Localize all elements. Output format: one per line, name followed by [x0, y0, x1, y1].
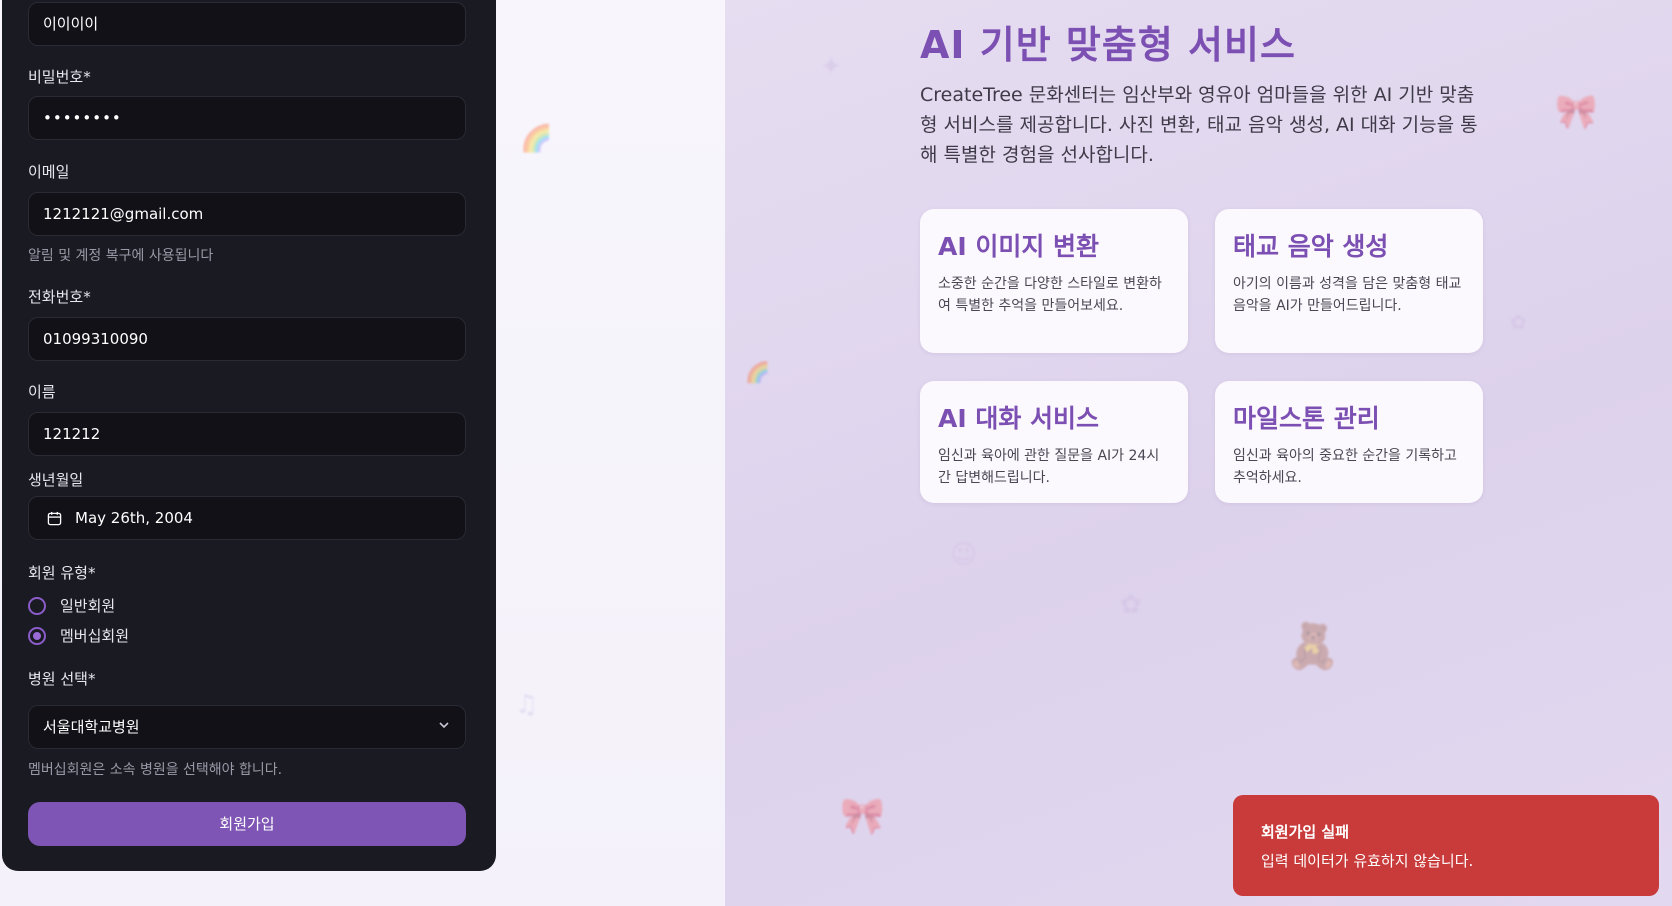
hospital-selected-value: 서울대학교병원: [43, 718, 140, 736]
clover-decoration: ✿: [1510, 310, 1527, 334]
phone-label: 전화번호*: [28, 288, 91, 306]
toast-title: 회원가입 실패: [1261, 823, 1350, 841]
rainbow-decoration: 🌈: [520, 124, 553, 154]
card-title: AI 대화 서비스: [938, 404, 1100, 433]
hero-description: CreateTree 문화센터는 임산부와 영유아 엄마들을 위한 AI 기반 …: [920, 84, 1478, 166]
service-card-image: AI 이미지 변환 소중한 순간을 다양한 스타일로 변환하여 특별한 추억을 …: [920, 209, 1188, 353]
password-label: 비밀번호*: [28, 68, 91, 86]
face-decoration: ☺: [950, 540, 978, 570]
error-toast[interactable]: 회원가입 실패 입력 데이터가 유효하지 않습니다.: [1233, 795, 1659, 896]
card-title: 마일스톤 관리: [1233, 404, 1380, 433]
birthdate-value: May 26th, 2004: [75, 509, 193, 527]
card-description: 임신과 육아에 관한 질문을 AI가 24시간 답변해드립니다.: [938, 448, 1160, 486]
service-card-music: 태교 음악 생성 아기의 이름과 성격을 담은 맞춤형 태교 음악을 AI가 만…: [1215, 209, 1483, 353]
hospital-hint: 멤버십회원은 소속 병원을 선택해야 합니다.: [28, 762, 283, 778]
radio-label: 멤버십회원: [60, 627, 130, 645]
ribbon-decoration: 🎀: [840, 796, 885, 837]
service-card-chat: AI 대화 서비스 임신과 육아에 관한 질문을 AI가 24시간 답변해드립니…: [920, 381, 1188, 503]
card-title: AI 이미지 변환: [938, 232, 1100, 261]
top-text-field[interactable]: 이이이이: [28, 2, 466, 46]
name-label: 이름: [28, 383, 56, 401]
rainbow-decoration: 🌈: [745, 360, 770, 384]
password-field[interactable]: ••••••••: [28, 96, 466, 140]
email-label: 이메일: [28, 163, 70, 181]
radio-general-member[interactable]: 일반회원: [28, 595, 115, 616]
chevron-down-icon: [439, 722, 449, 729]
hospital-select[interactable]: 서울대학교병원: [28, 705, 466, 749]
card-title: 태교 음악 생성: [1233, 232, 1389, 261]
email-field[interactable]: 1212121@gmail.com: [28, 192, 466, 236]
calendar-icon: [47, 511, 62, 526]
hero-title: AI 기반 맞춤형 서비스: [920, 23, 1296, 67]
email-hint: 알림 및 계정 복구에 사용됩니다: [28, 248, 214, 264]
card-description: 임신과 육아의 중요한 순간을 기록하고 추억하세요.: [1233, 448, 1457, 486]
birthdate-label: 생년월일: [28, 471, 84, 489]
birthdate-picker[interactable]: May 26th, 2004: [28, 496, 466, 540]
service-card-milestone: 마일스톤 관리 임신과 육아의 중요한 순간을 기록하고 추억하세요.: [1215, 381, 1483, 503]
toast-message: 입력 데이터가 유효하지 않습니다.: [1261, 852, 1474, 870]
card-description: 아기의 이름과 성격을 담은 맞춤형 태교 음악을 AI가 만들어드립니다.: [1233, 276, 1462, 314]
ribbon-decoration: 🎀: [1555, 92, 1598, 132]
name-field[interactable]: 121212: [28, 412, 466, 456]
phone-field[interactable]: 01099310090: [28, 317, 466, 361]
card-description: 소중한 순간을 다양한 스타일로 변환하여 특별한 추억을 만들어보세요.: [938, 276, 1162, 314]
teddy-bear-decoration: 🧸: [1285, 621, 1340, 672]
hospital-label: 병원 선택*: [28, 670, 96, 688]
unicorn-decoration: ✦: [820, 52, 842, 82]
puzzle-decoration: ✿: [1120, 590, 1142, 620]
radio-button[interactable]: [28, 596, 46, 615]
radio-membership-member[interactable]: 멤버십회원: [28, 625, 129, 646]
member-type-label: 회원 유형*: [28, 564, 96, 582]
signup-button[interactable]: 회원가입: [28, 802, 466, 846]
music-note-decoration: ♫: [515, 690, 539, 720]
radio-button[interactable]: [28, 626, 46, 645]
radio-label: 일반회원: [60, 597, 116, 615]
